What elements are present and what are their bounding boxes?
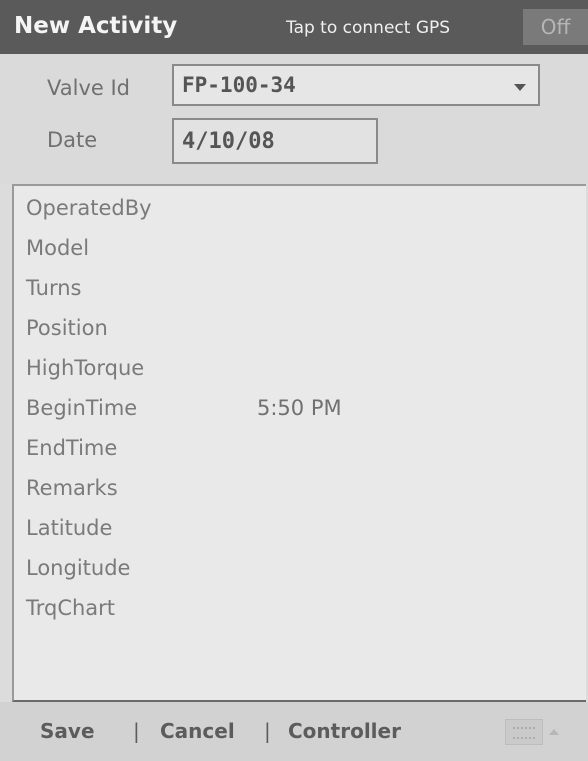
title-bar: New Activity Tap to connect GPS Off <box>0 0 588 54</box>
screen: New Activity Tap to connect GPS Off Valv… <box>0 0 588 761</box>
property-name: EndTime <box>26 436 118 460</box>
property-list[interactable]: OperatedBy Model Turns Position HighTorq… <box>12 184 586 702</box>
connect-gps-link[interactable]: Tap to connect GPS <box>286 18 450 38</box>
property-name: Longitude <box>26 556 131 580</box>
save-button[interactable]: Save <box>40 719 95 743</box>
date-value: 4/10/08 <box>182 129 275 154</box>
app-title: New Activity <box>14 13 178 39</box>
property-row-begintime[interactable]: BeginTime 5:50 PM <box>26 396 566 434</box>
property-name: OperatedBy <box>26 196 152 220</box>
property-row-model[interactable]: Model <box>26 236 566 274</box>
property-name: Remarks <box>26 476 118 500</box>
property-name: Turns <box>26 276 82 300</box>
property-name: BeginTime <box>26 396 138 420</box>
property-row-trqchart[interactable]: TrqChart <box>26 596 566 634</box>
property-row-endtime[interactable]: EndTime <box>26 436 566 474</box>
property-name: Model <box>26 236 90 260</box>
property-name: Latitude <box>26 516 113 540</box>
cancel-button[interactable]: Cancel <box>160 719 235 743</box>
property-row-remarks[interactable]: Remarks <box>26 476 566 514</box>
property-name: HighTorque <box>26 356 145 380</box>
menu-separator: | <box>133 719 140 743</box>
activity-header-form: Valve Id FP-100-34 Date 4/10/08 <box>0 54 588 184</box>
chevron-down-icon[interactable] <box>514 84 526 91</box>
keyboard-icon[interactable] <box>505 719 543 745</box>
valve-id-label: Valve Id <box>47 76 130 100</box>
property-name: TrqChart <box>26 596 116 620</box>
property-value: 5:50 PM <box>257 396 342 420</box>
property-row-position[interactable]: Position <box>26 316 566 354</box>
controller-button[interactable]: Controller <box>288 719 401 743</box>
property-row-latitude[interactable]: Latitude <box>26 516 566 554</box>
valve-id-dropdown[interactable]: FP-100-34 <box>172 64 540 106</box>
keyboard-toggle-icon[interactable] <box>549 729 559 735</box>
property-row-operatedby[interactable]: OperatedBy <box>26 196 566 234</box>
property-row-turns[interactable]: Turns <box>26 276 566 314</box>
date-label: Date <box>47 128 98 152</box>
property-name: Position <box>26 316 108 340</box>
gps-off-toggle[interactable]: Off <box>523 9 588 45</box>
bottom-menu-bar: Save | Cancel | Controller <box>0 702 588 761</box>
property-row-hightorque[interactable]: HighTorque <box>26 356 566 394</box>
menu-separator: | <box>264 719 271 743</box>
property-row-longitude[interactable]: Longitude <box>26 556 566 594</box>
date-field[interactable]: 4/10/08 <box>172 118 378 164</box>
valve-id-value: FP-100-34 <box>182 73 296 97</box>
